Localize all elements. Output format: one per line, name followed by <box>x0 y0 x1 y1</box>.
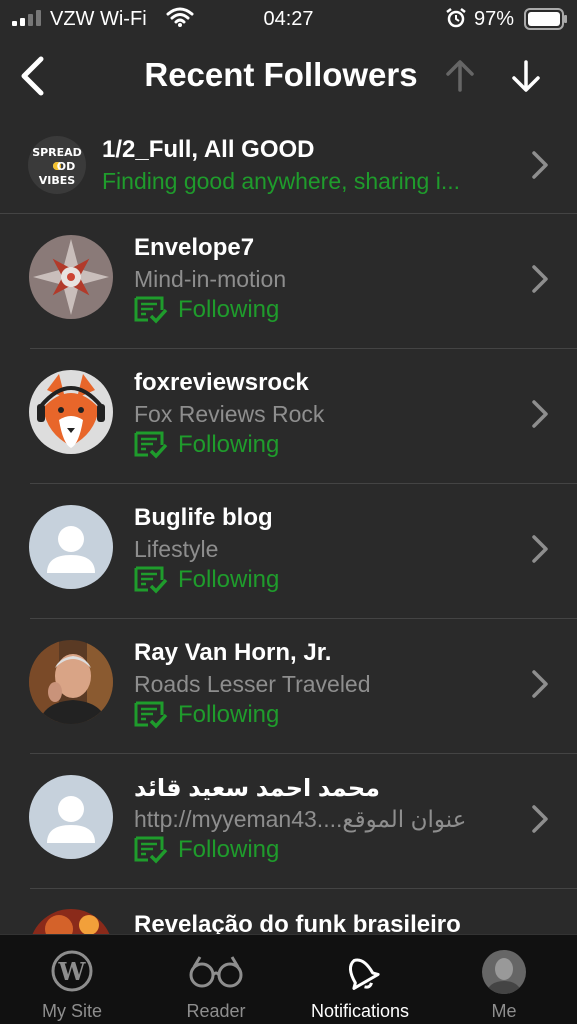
follower-row[interactable]: Ray Van Horn, Jr. Roads Lesser Traveled … <box>0 619 577 754</box>
tab-label: Reader <box>186 1001 246 1021</box>
following-label: Following <box>178 296 280 323</box>
follower-row[interactable]: Revelação do funk brasileiro <box>0 889 577 934</box>
tab-label: My Site <box>41 1001 102 1021</box>
battery-icon <box>524 8 567 30</box>
tab-label: Me <box>491 1001 517 1021</box>
svg-text:SPREAD: SPREAD <box>32 146 82 159</box>
follower-row[interactable]: محمد احمد سعيد قائد http://myyeman43....… <box>0 754 577 889</box>
follower-subtitle: Finding good anywhere, sharing i... <box>102 168 460 194</box>
tab-my-site[interactable]: W My Site <box>0 935 144 1024</box>
following-status: Following <box>134 431 279 459</box>
avatar <box>29 505 113 589</box>
svg-text:OD: OD <box>57 160 75 173</box>
following-label: Following <box>178 566 280 593</box>
following-check-icon <box>134 566 168 594</box>
follower-row[interactable]: Buglife blog Lifestyle Following <box>0 484 577 619</box>
glasses-icon <box>189 956 243 988</box>
avatar <box>29 370 113 454</box>
follower-subtitle: Mind-in-motion <box>134 266 287 292</box>
wordpress-icon: W <box>51 950 93 992</box>
followers-list[interactable]: SPREAD G OD VIBES 1/2_Full, All GOOD Fin… <box>0 112 577 934</box>
battery-percent: 97% <box>474 8 515 30</box>
tab-me[interactable]: Me <box>432 935 576 1024</box>
following-status: Following <box>134 566 279 594</box>
follower-subtitle: Roads Lesser Traveled <box>134 671 371 697</box>
tab-bar: W My Site Reader Notifications Me <box>0 934 577 1024</box>
chevron-right-icon <box>532 670 548 698</box>
following-check-icon <box>134 701 168 729</box>
follower-subtitle: http://myyeman43....عنوان الموقع <box>134 806 467 832</box>
avatar <box>29 235 113 319</box>
svg-text:VIBES: VIBES <box>39 174 76 187</box>
chevron-right-icon <box>532 805 548 833</box>
avatar <box>29 775 113 859</box>
chevron-right-icon <box>532 265 548 293</box>
following-status: Following <box>134 296 279 324</box>
following-check-icon <box>134 296 168 324</box>
avatar <box>29 640 113 724</box>
following-label: Following <box>178 701 280 728</box>
follower-name: Ray Van Horn, Jr. <box>134 639 332 666</box>
follower-name: Envelope7 <box>134 234 255 261</box>
chevron-right-icon <box>532 400 548 428</box>
follower-name: Buglife blog <box>134 504 273 531</box>
navigation-bar: Recent Followers <box>0 40 577 112</box>
bell-icon <box>349 958 380 990</box>
svg-text:W: W <box>58 957 87 986</box>
avatar-icon <box>482 950 526 994</box>
follower-name: foxreviewsrock <box>134 369 309 396</box>
follower-name: 1/2_Full, All GOOD <box>102 136 315 163</box>
status-bar: VZW Wi-Fi 04:27 97% <box>0 0 577 40</box>
follower-subtitle: Fox Reviews Rock <box>134 401 325 427</box>
sort-down-button[interactable] <box>508 58 544 94</box>
follower-subtitle: Lifestyle <box>134 536 219 562</box>
following-check-icon <box>134 836 168 864</box>
follower-name: Revelação do funk brasileiro <box>134 911 461 934</box>
follower-row[interactable]: Envelope7 Mind-in-motion Following <box>0 214 577 349</box>
following-label: Following <box>178 836 280 863</box>
sort-up-button[interactable] <box>442 58 478 94</box>
follower-name: محمد احمد سعيد قائد <box>134 775 380 802</box>
following-status: Following <box>134 701 279 729</box>
avatar <box>29 909 113 934</box>
tab-reader[interactable]: Reader <box>144 935 288 1024</box>
tab-label: Notifications <box>310 1001 410 1021</box>
following-label: Following <box>178 431 280 458</box>
chevron-right-icon <box>532 151 548 179</box>
following-check-icon <box>134 431 168 459</box>
follower-row[interactable]: SPREAD G OD VIBES 1/2_Full, All GOOD Fin… <box>0 112 577 214</box>
tab-notifications[interactable]: Notifications <box>288 935 432 1024</box>
follower-row[interactable]: foxreviewsrock Fox Reviews Rock Followin… <box>0 349 577 484</box>
alarm-icon <box>446 8 466 28</box>
avatar: SPREAD G OD VIBES <box>28 136 86 194</box>
following-status: Following <box>134 836 279 864</box>
chevron-right-icon <box>532 535 548 563</box>
